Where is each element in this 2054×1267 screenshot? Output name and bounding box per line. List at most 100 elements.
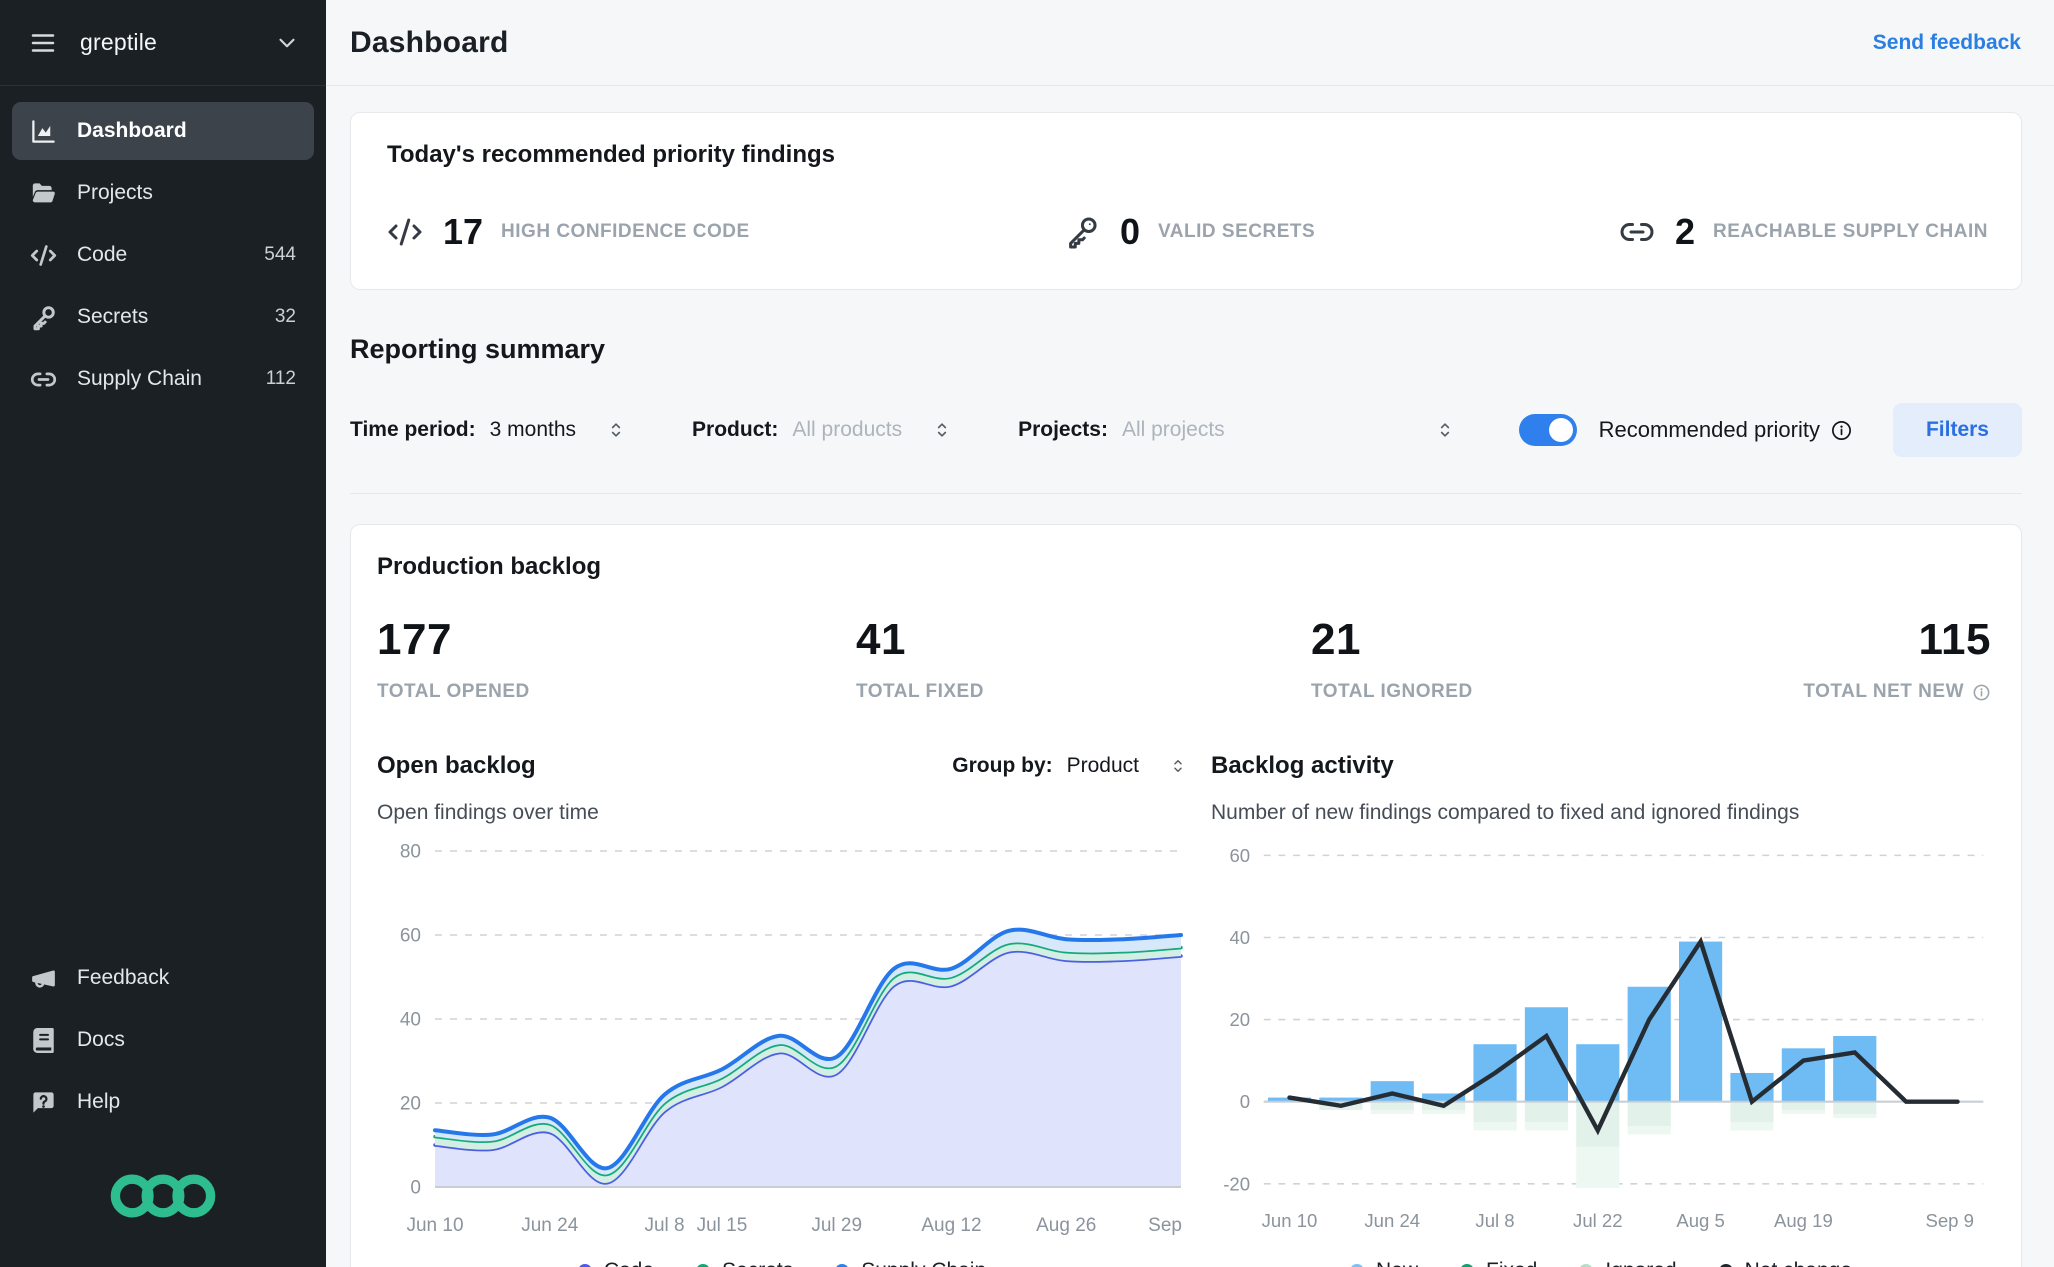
recommended-priority-label: Recommended priority [1598, 417, 1820, 442]
sidebar-item-projects[interactable]: Projects [12, 164, 314, 222]
filter-label: Projects: [1018, 418, 1108, 441]
chart-area-icon [30, 118, 57, 145]
y-axis-label: 60 [400, 926, 421, 947]
x-axis-label: Sep 9 [1925, 1210, 1974, 1231]
legend-item-net-change: Net change [1718, 1259, 1852, 1267]
legend-item-secrets: Secrets [696, 1259, 793, 1267]
legend-item-supply-chain: Supply Chain [835, 1259, 986, 1267]
book-icon [30, 1027, 57, 1054]
backlog-stats-row: 177 TOTAL OPENED 41 TOTAL FIXED 21 TOTAL… [377, 615, 1991, 703]
production-backlog-card: Production backlog 177 TOTAL OPENED 41 T… [350, 524, 2022, 1267]
sidebar-item-label: Code [77, 243, 128, 266]
stat-high-confidence-code[interactable]: 17 HIGH CONFIDENCE CODE [387, 211, 1064, 253]
bar-ignored [1576, 1146, 1620, 1188]
stat-total-fixed: 41 TOTAL FIXED [856, 615, 1311, 703]
projects-select[interactable]: Projects: All projects [1018, 418, 1455, 442]
sidebar-item-label: Supply Chain [77, 367, 202, 390]
sidebar-item-dashboard[interactable]: Dashboard [12, 102, 314, 160]
send-feedback-link[interactable]: Send feedback [1873, 31, 2021, 55]
chevron-down-icon[interactable] [274, 30, 300, 56]
sidebar-item-label: Dashboard [77, 119, 187, 142]
stat-label: REACHABLE SUPPLY CHAIN [1713, 221, 1988, 242]
time-period-select[interactable]: Time period: 3 months [350, 418, 626, 442]
stat-total-net-new: 115 TOTAL NET NEW [1803, 615, 1991, 703]
link-icon [30, 366, 57, 393]
y-axis-label: 40 [400, 1010, 421, 1031]
bar-ignored [1781, 1109, 1825, 1115]
bar-fixed [1730, 1101, 1774, 1123]
bar-ignored [1833, 1114, 1877, 1119]
reporting-summary-title: Reporting summary [350, 334, 606, 364]
section-divider [350, 493, 2022, 494]
open-backlog-section: Open backlog Group by: Product Open find… [377, 749, 1187, 1267]
stat-label: VALID SECRETS [1158, 221, 1316, 242]
sidebar-item-count: 544 [264, 244, 296, 265]
sidebar-item-supply-chain[interactable]: Supply Chain 112 [12, 350, 314, 408]
legend-item-code: Code [577, 1259, 654, 1267]
y-axis-label: 0 [410, 1178, 421, 1199]
charts-row: Open backlog Group by: Product Open find… [377, 749, 1991, 1267]
legend-item-ignored: Ignored [1579, 1259, 1677, 1267]
legend-item-fixed: Fixed [1460, 1259, 1537, 1267]
sidebar-item-secrets[interactable]: Secrets 32 [12, 288, 314, 346]
unfold-icon [1435, 420, 1455, 440]
sidebar-item-help[interactable]: Help [12, 1073, 314, 1131]
stat-value: 2 [1675, 211, 1696, 252]
sidebar: greptile Dashboard Projects Code 544 Sec… [0, 0, 326, 1267]
recommended-priority-toggle[interactable] [1518, 414, 1577, 446]
unfold-icon [606, 420, 626, 440]
backlog-activity-legend: New Fixed Ignored Net change [1211, 1259, 1991, 1267]
sidebar-item-feedback[interactable]: Feedback [12, 949, 314, 1007]
page-title: Dashboard [350, 25, 509, 59]
stat-reachable-supply-chain[interactable]: 2 REACHABLE SUPPLY CHAIN [1619, 211, 1988, 253]
sidebar-item-code[interactable]: Code 544 [12, 226, 314, 284]
bar-ignored [1730, 1122, 1774, 1131]
stat-value: 0 [1120, 211, 1141, 252]
x-axis-label: Jun 10 [406, 1215, 463, 1236]
info-icon[interactable] [1972, 683, 1991, 702]
menu-icon[interactable] [28, 28, 58, 58]
backlog-activity-subtitle: Number of new findings compared to fixed… [1211, 801, 1800, 824]
y-axis-label: 80 [400, 842, 421, 863]
x-axis-label: Aug 19 [1774, 1210, 1833, 1231]
y-axis-label: 20 [1229, 1009, 1250, 1030]
open-backlog-subtitle: Open findings over time [377, 801, 599, 824]
x-axis-label: Jun 24 [1364, 1210, 1420, 1231]
x-axis-label: Jul 22 [1573, 1210, 1623, 1231]
open-backlog-legend: Code Secrets Supply Chain [377, 1259, 1187, 1267]
bar-fixed [1370, 1101, 1414, 1110]
area-band [435, 950, 1181, 1187]
backlog-activity-section: Backlog activity Number of new findings … [1211, 749, 1991, 1267]
sidebar-footer: Feedback Docs Help [0, 949, 326, 1267]
filters-button[interactable]: Filters [1892, 403, 2022, 457]
sidebar-item-label: Secrets [77, 305, 149, 328]
bar-fixed [1524, 1101, 1569, 1123]
x-axis-label: Jul 8 [644, 1215, 684, 1236]
bar-new [1524, 1007, 1569, 1102]
filter-row: Time period: 3 months Product: All produ… [350, 403, 2022, 457]
info-icon[interactable] [1830, 419, 1853, 442]
sidebar-item-count: 112 [265, 368, 296, 389]
bar-ignored [1422, 1109, 1466, 1115]
stat-valid-secrets[interactable]: 0 VALID SECRETS [1064, 211, 1619, 253]
sidebar-item-label: Docs [77, 1028, 125, 1051]
help-icon [30, 1089, 57, 1116]
recommended-priority-group: Recommended priority [1518, 414, 1853, 446]
workspace-switcher[interactable]: greptile [0, 0, 326, 86]
x-axis-label: Aug 12 [921, 1215, 981, 1236]
priority-stats-row: 17 HIGH CONFIDENCE CODE 0 VALID SECRETS [387, 211, 1988, 253]
key-icon [1064, 214, 1100, 250]
sidebar-item-docs[interactable]: Docs [12, 1011, 314, 1069]
y-axis-label: 0 [1240, 1091, 1250, 1112]
bar-ignored [1627, 1126, 1671, 1135]
backlog-title: Production backlog [377, 553, 602, 580]
backlog-activity-title: Backlog activity [1211, 752, 1394, 779]
filter-value: All products [792, 418, 903, 441]
group-by-value: Product [1066, 754, 1139, 777]
group-by-select[interactable]: Group by: Product [952, 754, 1187, 778]
priority-findings-card: Today's recommended priority findings 17… [350, 112, 2022, 290]
x-axis-label: Aug 26 [1036, 1215, 1096, 1236]
filter-label: Time period: [350, 418, 476, 441]
product-select[interactable]: Product: All products [692, 418, 952, 442]
x-axis-label: Sep 9 [1148, 1215, 1187, 1236]
